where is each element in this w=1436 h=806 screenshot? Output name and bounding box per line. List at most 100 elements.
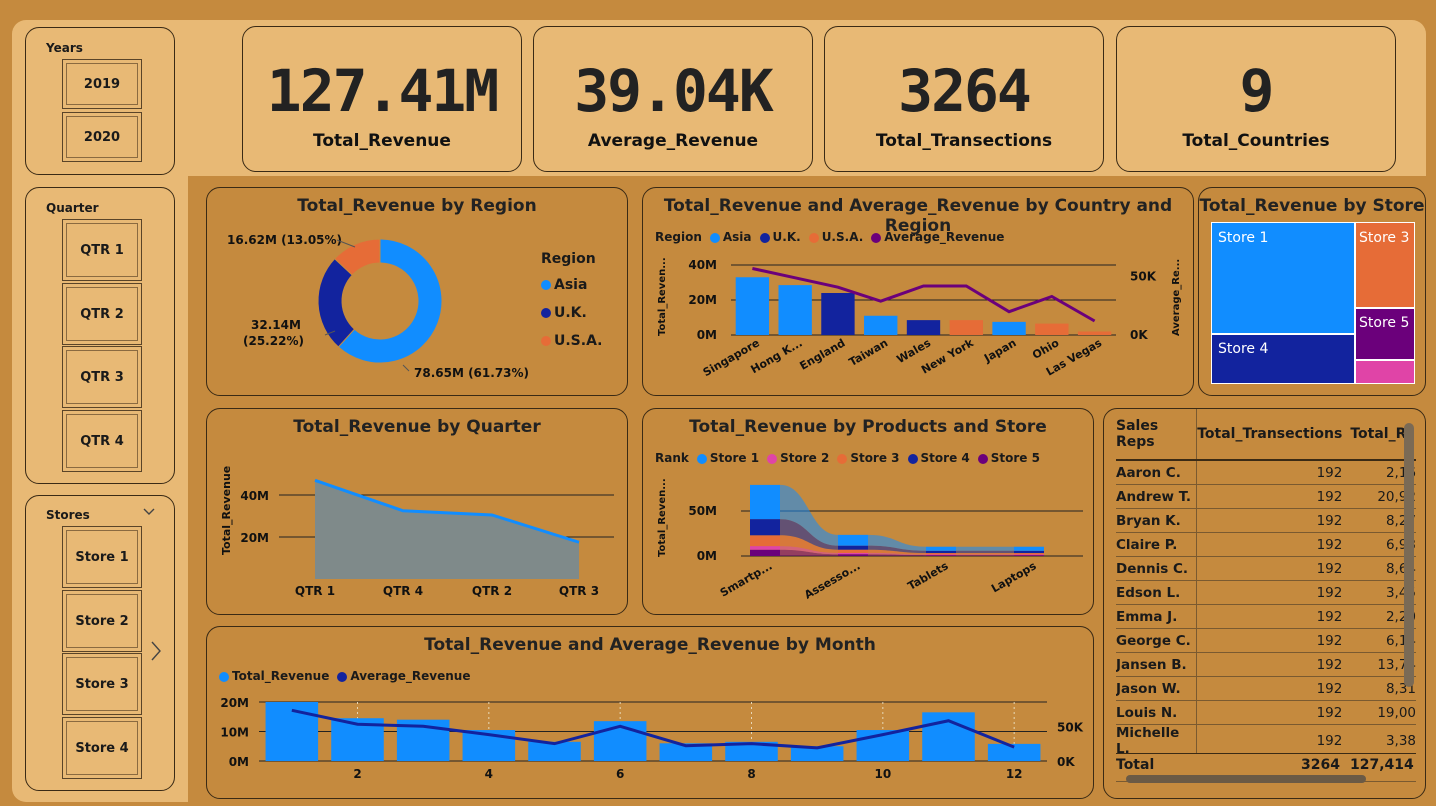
- x-tick-label: QTR 1: [295, 584, 335, 598]
- y-tick-label: 0M: [229, 755, 249, 769]
- qtr-2-button[interactable]: QTR 2: [62, 283, 142, 345]
- cell-transections: 192: [1196, 604, 1351, 629]
- table-row[interactable]: George C. 192 6,14: [1116, 628, 1416, 653]
- kpi-total-revenue: 127.41M Total_Revenue: [242, 26, 522, 172]
- y-axis-title: Total_Reven...: [657, 478, 668, 557]
- bar-hongk: [778, 285, 812, 335]
- ribbon-bar-store-1: [838, 534, 868, 546]
- legend-item-usa: U.S.A.: [541, 333, 603, 349]
- horizontal-scrollbar[interactable]: [1126, 775, 1366, 783]
- kpi-label: Total_Transections: [875, 131, 1053, 151]
- cell-sales-rep: Andrew T.: [1116, 484, 1197, 509]
- cell-sales-rep: Jason W.: [1116, 676, 1197, 701]
- qtr-3-button[interactable]: QTR 3: [62, 346, 142, 408]
- table-row[interactable]: Jason W. 192 8,31: [1116, 676, 1416, 701]
- cell-transections: 192: [1196, 484, 1351, 509]
- qtr-1-button[interactable]: QTR 1: [62, 219, 142, 281]
- sales-reps-table[interactable]: Sales Reps Total_Transections Total_R Aa…: [1103, 408, 1426, 799]
- treemap-tile-store-1[interactable]: Store 1: [1211, 222, 1355, 334]
- y-tick-label: 40M: [688, 258, 717, 272]
- kpi-value: 3264: [898, 57, 1032, 125]
- kpi-value: 39.04K: [574, 57, 774, 125]
- years-slicer: Years 2019 2020: [25, 27, 175, 175]
- kpi-total-transections: 3264 Total_Transections: [824, 26, 1104, 172]
- bar-england: [821, 293, 855, 335]
- chevron-right-icon[interactable]: [150, 641, 162, 661]
- cell-transections: 192: [1196, 532, 1351, 557]
- ribbon-bar-store-4: [926, 550, 956, 554]
- treemap-tile-store-2[interactable]: [1355, 360, 1415, 384]
- x-tick-label: England: [798, 336, 848, 372]
- stores-slicer: Stores Store 1 Store 2 Store 3 Store 4: [25, 495, 175, 791]
- ribbon-bar-store-2: [1014, 554, 1044, 556]
- y2-tick-label: 50K: [1057, 720, 1084, 734]
- region-donut-chart[interactable]: Total_Revenue by Region 78.65M (61.73%) 3…: [206, 187, 628, 396]
- table-row[interactable]: Claire P. 192 6,93: [1116, 532, 1416, 557]
- total-transections: 3264: [1301, 757, 1340, 773]
- ribbon-bar-store-3: [750, 535, 780, 547]
- x-tick-label: QTR 3: [559, 584, 599, 598]
- x-tick-label: Japan: [981, 336, 1018, 365]
- table-row[interactable]: Dennis C. 192 8,64: [1116, 556, 1416, 581]
- bar-japan: [992, 321, 1026, 335]
- total-revenue: 127,414: [1350, 757, 1414, 773]
- table-row[interactable]: Aaron C. 192 2,16: [1116, 460, 1416, 485]
- kpi-label: Total_Countries: [1182, 131, 1330, 151]
- x-tick-label: QTR 4: [383, 584, 423, 598]
- cell-sales-rep: Edson L.: [1116, 580, 1197, 605]
- ribbon-bar-store-3: [838, 549, 868, 553]
- month-revenue-chart[interactable]: Total_Revenue and Average_Revenue by Mon…: [206, 626, 1094, 799]
- table-row[interactable]: Jansen B. 192 13,74: [1116, 652, 1416, 677]
- x-tick-label: Ohio: [1030, 336, 1062, 362]
- cell-transections: 192: [1196, 580, 1351, 605]
- bar-newyork: [949, 320, 983, 335]
- table-row[interactable]: Edson L. 192 3,45: [1116, 580, 1416, 605]
- x-tick-label: 12: [1006, 767, 1023, 781]
- y-tick-label: 10M: [220, 726, 249, 740]
- products-plot: 50M 0M Total_Reven... Smartp... Assesso... Ta…: [657, 478, 1083, 602]
- table-row[interactable]: Andrew T. 192 20,92: [1116, 484, 1416, 509]
- chevron-down-icon[interactable]: [143, 508, 155, 516]
- data-label: 78.65M (61.73%): [414, 366, 529, 380]
- store-3-button[interactable]: Store 3: [62, 653, 142, 715]
- table-row[interactable]: Emma J. 192 2,20: [1116, 604, 1416, 629]
- table-row[interactable]: Bryan K. 192 8,27: [1116, 508, 1416, 533]
- ribbon-band-store-4: [956, 550, 1014, 554]
- treemap-tile-store-3[interactable]: Store 3: [1355, 222, 1415, 308]
- cell-total-revenue: 19,00: [1350, 700, 1416, 725]
- ribbon-band-store-5: [956, 555, 1014, 556]
- leader-line: [402, 364, 410, 372]
- legend-title: Region: [541, 251, 596, 267]
- vertical-scrollbar[interactable]: [1404, 423, 1414, 687]
- kpi-label: Average_Revenue: [587, 131, 759, 151]
- store-treemap-chart[interactable]: Total_Revenue by Store Store 1 Store 3 S…: [1198, 187, 1426, 396]
- year-2019-button[interactable]: 2019: [62, 59, 142, 109]
- quarter-area-chart[interactable]: Total_Revenue by Quarter 40M 20M Total_Rev…: [206, 408, 628, 615]
- ribbon-bar-store-3: [926, 553, 956, 555]
- store-1-button[interactable]: Store 1: [62, 526, 142, 588]
- store-2-button[interactable]: Store 2: [62, 590, 142, 652]
- cell-sales-rep: George C.: [1116, 628, 1197, 653]
- table-header-row: Sales Reps Total_Transections Total_R: [1116, 409, 1416, 461]
- ribbon-bar-store-5: [1014, 555, 1044, 556]
- x-tick-label: 2: [353, 767, 361, 781]
- cell-sales-rep: Bryan K.: [1116, 508, 1197, 533]
- x-tick-label: Assesso...: [802, 559, 862, 601]
- qtr-4-button[interactable]: QTR 4: [62, 410, 142, 472]
- ribbon-bar-store-2: [926, 554, 956, 556]
- country-revenue-chart[interactable]: Total_Revenue and Average_Revenue by Cou…: [642, 187, 1194, 396]
- year-2020-button[interactable]: 2020: [62, 112, 142, 162]
- x-tick-label: QTR 2: [472, 584, 512, 598]
- store-4-button[interactable]: Store 4: [62, 717, 142, 779]
- chart-title: Total_Revenue by Store: [1199, 196, 1425, 216]
- table-row[interactable]: Louis N. 192 19,00: [1116, 700, 1416, 725]
- ribbon-bar-store-4: [750, 519, 780, 536]
- data-label: 32.14M: [251, 318, 301, 332]
- header-sales-reps[interactable]: Sales Reps: [1116, 409, 1197, 461]
- cell-sales-rep: Claire P.: [1116, 532, 1197, 557]
- header-total-transections[interactable]: Total_Transections: [1196, 409, 1351, 461]
- products-ribbon-chart[interactable]: Total_Revenue by Products and Store Rank…: [642, 408, 1094, 615]
- bar-ohio: [1035, 323, 1069, 335]
- treemap-tile-store-4[interactable]: Store 4: [1211, 334, 1355, 384]
- treemap-tile-store-5[interactable]: Store 5: [1355, 308, 1415, 360]
